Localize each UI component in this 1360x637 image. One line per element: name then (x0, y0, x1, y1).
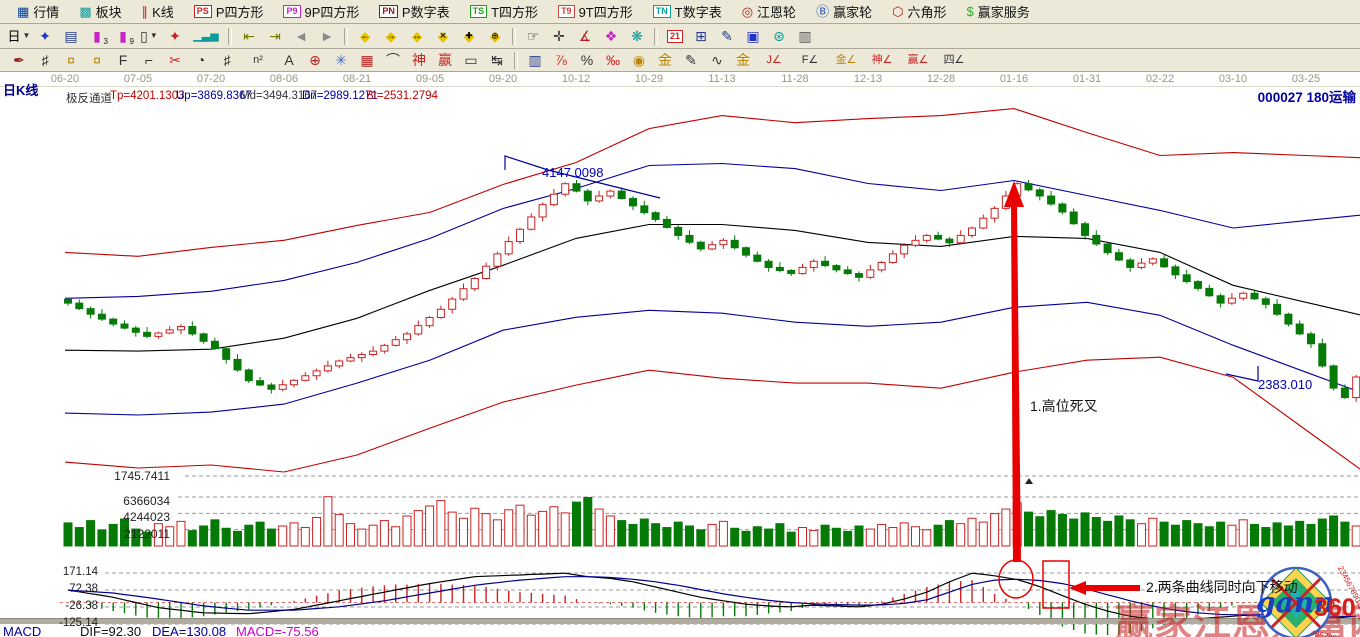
macd-title: MACD (3, 624, 41, 637)
x-axis-date: 01-31 (1063, 73, 1111, 85)
candlestick-series (65, 180, 1360, 402)
macd-value-row: MACD DIF=92.30 DEA=130.08 MACD=-75.56 (0, 624, 1360, 637)
curves-down-arrow-shaft (1086, 585, 1140, 591)
x-axis-date: 11-13 (698, 73, 746, 85)
x-axis-date: 07-05 (114, 73, 162, 85)
channel-lines (65, 109, 1360, 472)
watermark-360-text: 360 (1314, 594, 1356, 622)
volume-axis-label: 6366034 (0, 494, 170, 508)
macd-axis-label: 72.38 (0, 583, 98, 595)
channel-line-tp (65, 109, 1360, 257)
x-axis-date: 06-20 (41, 73, 89, 85)
x-axis-date: 12-28 (917, 73, 965, 85)
channel-line-bt (65, 357, 1360, 472)
curves-down-arrow-head-icon (1069, 581, 1086, 595)
volume-series (64, 497, 1360, 546)
x-axis-date: 09-05 (406, 73, 454, 85)
x-axis-date: 01-16 (990, 73, 1038, 85)
annotation-curves-down: 2.两条曲线同时向下移动 (1146, 577, 1298, 597)
x-axis-date: 08-21 (333, 73, 381, 85)
x-axis-date: 09-20 (479, 73, 527, 85)
x-axis-date: 10-12 (552, 73, 600, 85)
macd-macd-value: MACD=-75.56 (236, 624, 319, 637)
channel-indicator-name: 极反通道 (66, 90, 112, 106)
x-axis-date: 03-25 (1282, 73, 1330, 85)
x-axis-date-row: 06-20 07-05 07-20 08-06 08-21 09-05 09-20 10-12… (0, 72, 1360, 87)
macd-axis-label: 171.14 (0, 566, 98, 578)
period-label: 日K线 (3, 80, 38, 99)
x-axis-date: 11-28 (771, 73, 819, 85)
chart-region: 日K线 极反通道 Tp=4201.1303 Up=3869.8367 Md=34… (0, 72, 1360, 637)
death-cross-arrow-shaft (1011, 205, 1021, 562)
price-axis-label: 1745.7411 (0, 469, 170, 483)
x-axis-date: 03-10 (1209, 73, 1257, 85)
app-window: ▦行情▩板块∥K线PSP四方形P99P四方形PNP数字表TST四方形T99T四方… (0, 0, 1360, 637)
marker-triangle-icon (1025, 478, 1033, 484)
x-axis-date: 07-20 (187, 73, 235, 85)
macd-axis-label: -26.38 (0, 600, 98, 612)
x-axis-date: 10-29 (625, 73, 673, 85)
channel-bt-value: Bt=2531.2794 (366, 90, 438, 102)
annotation-high-price: 4147.0098 (542, 165, 603, 180)
stock-code-label: 000027 180运输 (1258, 86, 1356, 106)
x-axis-date: 12-13 (844, 73, 892, 85)
annotation-low-price: 2383.010 (1258, 377, 1312, 392)
low-price-bracket (1226, 366, 1258, 381)
macd-dif-value: DIF=92.30 (80, 624, 141, 637)
annotation-death-cross: 1.高位死叉 (1030, 396, 1098, 416)
volume-axis-label: 2122011 (0, 527, 170, 541)
x-axis-date: 02-22 (1136, 73, 1184, 85)
channel-line-up (65, 164, 1360, 299)
volume-axis-label: 4244023 (0, 510, 170, 524)
x-axis-date: 08-06 (260, 73, 308, 85)
macd-dea-value: DEA=130.08 (152, 624, 226, 637)
channel-tp-value: Tp=4201.1303 (110, 90, 185, 102)
